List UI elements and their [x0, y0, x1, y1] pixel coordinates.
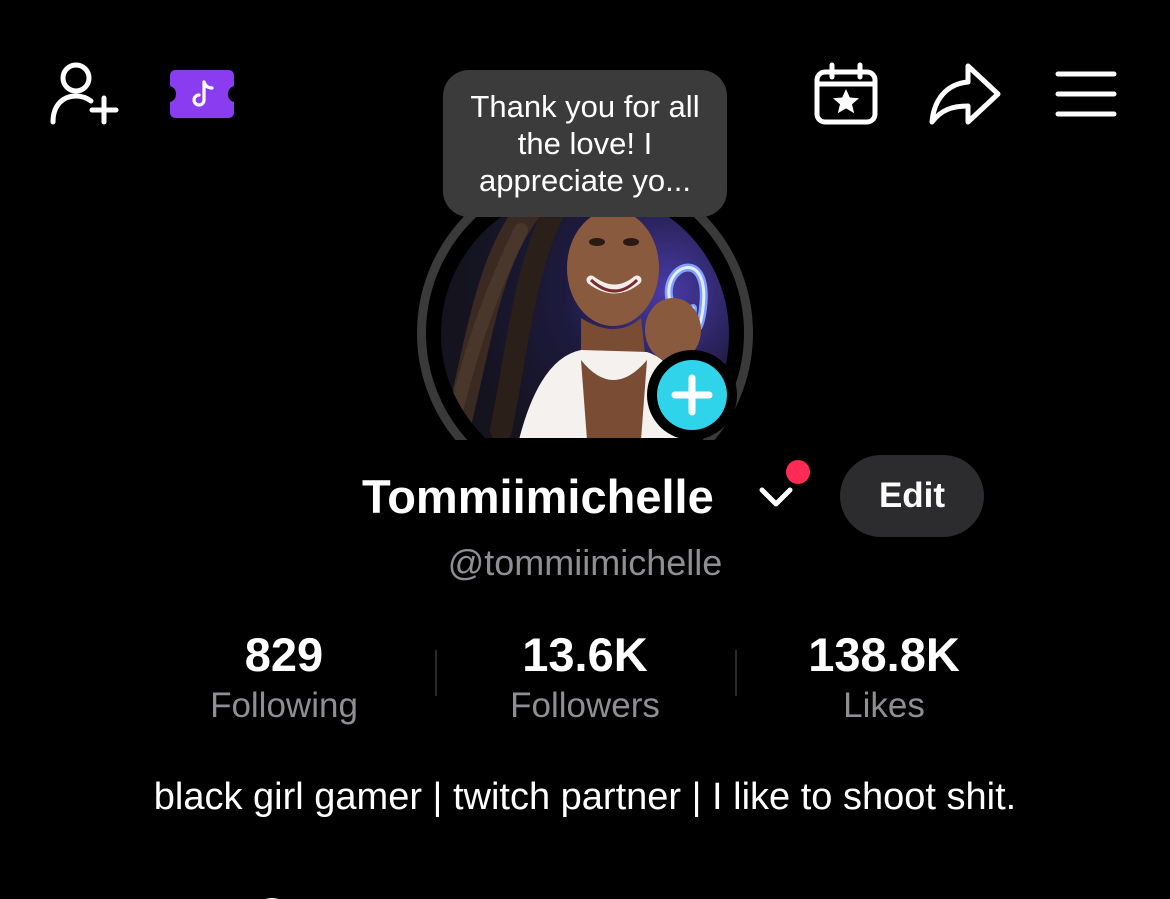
add-story-button[interactable]	[647, 350, 737, 440]
name-row: Tommiimichelle Edit	[0, 455, 1170, 537]
stat-likes[interactable]: 138.8K Likes	[734, 626, 1034, 728]
stat-value: 829	[244, 628, 324, 681]
notification-dot	[786, 460, 810, 484]
status-note-text: Thank you for all the love! I appreciate…	[470, 89, 700, 198]
chevron-down-icon[interactable]	[757, 483, 795, 513]
display-name[interactable]: Tommiimichelle	[362, 469, 714, 525]
status-note-bubble[interactable]: Thank you for all the love! I appreciate…	[443, 70, 727, 217]
profile-screen: Thank you for all the love! I appreciate…	[0, 0, 1170, 899]
stat-value: 138.8K	[808, 628, 960, 681]
tiktok-ticket-icon[interactable]	[168, 68, 236, 120]
stat-label: Followers	[510, 686, 660, 725]
stat-value: 13.6K	[522, 628, 648, 681]
stat-following[interactable]: 829 Following	[134, 626, 434, 728]
add-friend-icon[interactable]	[46, 58, 122, 128]
bio: black girl gamer | twitch partner | I li…	[153, 776, 1017, 818]
stat-label: Following	[210, 686, 358, 725]
hamburger-menu-icon[interactable]	[1054, 68, 1118, 120]
share-arrow-icon[interactable]	[928, 60, 1002, 128]
username: @tommiimichelle	[447, 542, 723, 583]
stat-followers[interactable]: 13.6K Followers	[435, 626, 735, 728]
plus-icon	[671, 374, 713, 416]
edit-profile-button[interactable]: Edit	[840, 455, 984, 537]
calendar-star-icon[interactable]	[812, 62, 880, 126]
cut-off-link-row	[0, 890, 1170, 899]
stat-label: Likes	[843, 686, 925, 725]
